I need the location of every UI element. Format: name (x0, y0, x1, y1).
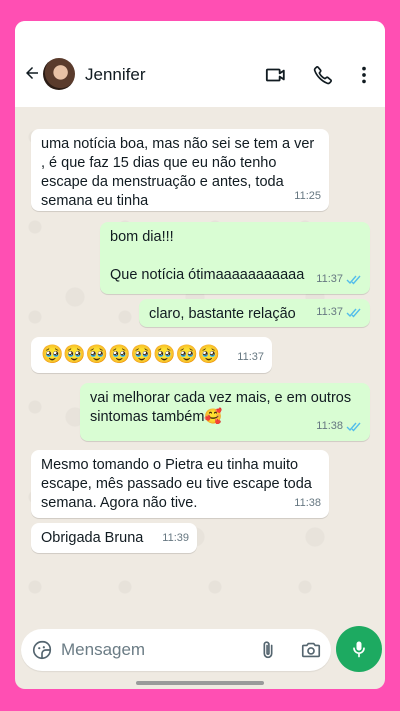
message-incoming[interactable]: 🥹🥹🥹🥹🥹🥹🥹🥹 11:37 (31, 337, 272, 373)
more-vertical-icon[interactable] (353, 64, 375, 86)
microphone-icon (353, 641, 365, 658)
video-call-icon[interactable] (265, 64, 287, 86)
double-check-icon (346, 275, 361, 285)
message-time: 11:25 (294, 190, 321, 202)
message-text: 🥹🥹🥹🥹🥹🥹🥹🥹 (41, 344, 221, 364)
home-indicator[interactable] (136, 681, 264, 685)
message-composer (21, 629, 331, 671)
contact-name[interactable]: Jennifer (85, 65, 145, 85)
double-check-icon (346, 308, 361, 318)
message-input[interactable] (61, 637, 231, 663)
chat-header: Jennifer (15, 21, 385, 107)
phone-icon[interactable] (312, 64, 334, 86)
avatar[interactable] (43, 58, 75, 90)
message-time: 11:37 (316, 306, 343, 318)
sticker-emoji-icon[interactable] (31, 639, 53, 661)
message-time: 11:38 (294, 497, 321, 509)
message-time: 11:39 (162, 532, 189, 544)
message-meta: 11:38 (294, 494, 321, 513)
mic-button[interactable] (336, 626, 382, 672)
phone-screen: Jennifer uma notícia boa, mas não sei se… (15, 21, 385, 689)
message-incoming[interactable]: uma notícia boa, mas não sei se tem a ve… (31, 129, 329, 211)
paperclip-icon[interactable] (257, 639, 279, 661)
message-text: uma notícia boa, mas não sei se tem a ve… (41, 136, 319, 209)
message-outgoing[interactable]: bom dia!!! Que notícia ótimaaaaaaaaaaa 1… (100, 222, 370, 294)
message-meta: 11:39 (162, 529, 189, 548)
message-time: 11:37 (316, 273, 343, 285)
message-list[interactable]: uma notícia boa, mas não sei se tem a ve… (15, 107, 385, 621)
message-time: 11:38 (316, 420, 343, 432)
double-check-icon (346, 422, 361, 432)
message-text: Mesmo tomando o Pietra eu tinha muito es… (41, 457, 316, 511)
message-meta: 11:38 (316, 417, 362, 436)
message-incoming[interactable]: Mesmo tomando o Pietra eu tinha muito es… (31, 450, 329, 518)
message-time: 11:37 (237, 351, 264, 363)
message-incoming[interactable]: Obrigada Bruna 11:39 (31, 523, 197, 553)
message-meta: 11:37 (316, 270, 362, 289)
camera-icon[interactable] (299, 639, 323, 661)
message-meta: 11:25 (294, 187, 321, 206)
message-meta: 11:37 (237, 346, 264, 368)
message-outgoing[interactable]: vai melhorar cada vez mais, e em outros … (80, 383, 370, 441)
arrow-left-icon[interactable] (23, 64, 41, 82)
message-outgoing[interactable]: claro, bastante relação 11:37 (139, 299, 370, 327)
message-meta: 11:37 (316, 303, 362, 322)
